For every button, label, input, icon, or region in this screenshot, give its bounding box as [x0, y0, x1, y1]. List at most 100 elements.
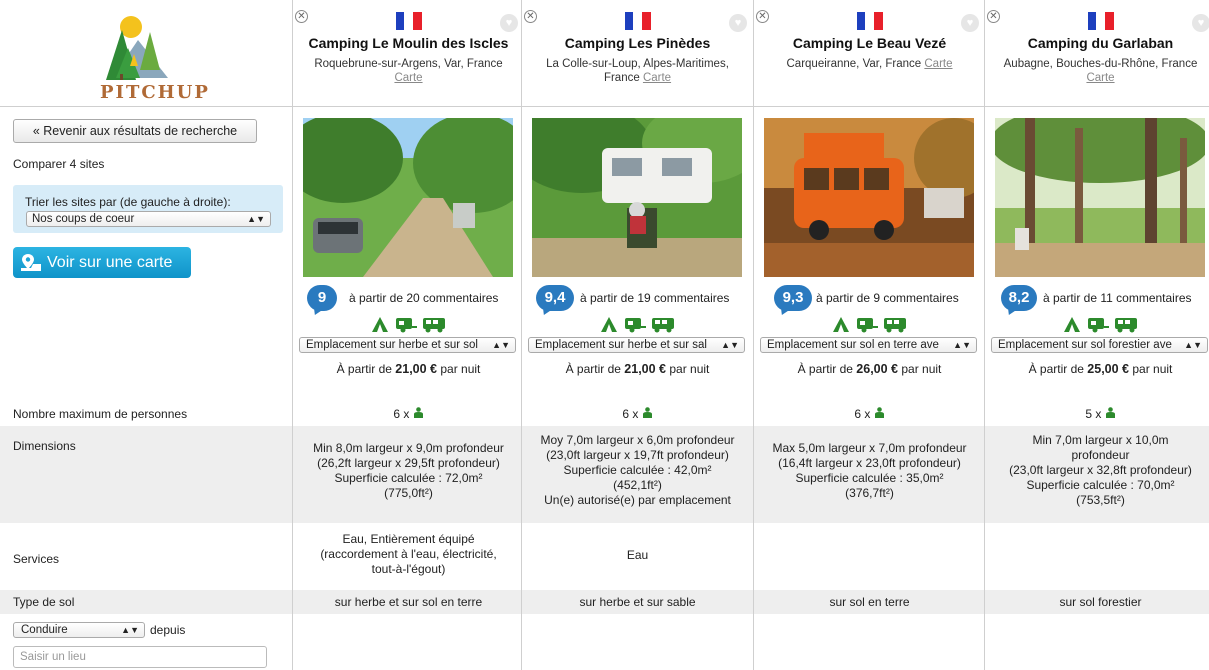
- map-link[interactable]: Carte: [643, 72, 671, 84]
- site-name[interactable]: Camping Les Pinèdes: [522, 35, 753, 51]
- rating-row: 9,4 à partir de 19 commentaires: [522, 285, 753, 313]
- rating-badge: 9,3: [774, 285, 812, 311]
- site-card: 8,2 à partir de 11 commentaires Emplacem…: [985, 107, 1209, 407]
- max-persons-row: Nombre maximum de personnes 6 x 6 x 6 x …: [0, 400, 1209, 426]
- favourite-heart-icon[interactable]: ♥: [1192, 14, 1209, 32]
- select-arrows-icon: ▲▼: [492, 340, 510, 350]
- pitch-type-select[interactable]: Emplacement sur herbe et sur sal ▲▼: [528, 337, 745, 353]
- soil-cell: sur herbe et sur sol en terre: [334, 595, 483, 609]
- site-name[interactable]: Camping du Garlaban: [985, 35, 1209, 51]
- sort-select[interactable]: Nos coups de coeur ▲▼: [26, 211, 271, 227]
- view-map-button[interactable]: Voir sur une carte: [13, 247, 191, 278]
- sort-label: Trier les sites par (de gauche à droite)…: [25, 195, 231, 209]
- site-location: La Colle-sur-Loup, Alpes-Maritimes, Fran…: [546, 58, 729, 84]
- favourite-heart-icon[interactable]: ♥: [961, 14, 979, 32]
- dimensions-cell: Moy 7,0m largeur x 6,0m profondeur (23,0f…: [540, 433, 735, 507]
- max-persons-cell: 6 x: [522, 407, 753, 422]
- site-name[interactable]: Camping Le Moulin des Iscles: [293, 35, 524, 51]
- tent-icon: [833, 317, 850, 332]
- map-link[interactable]: Carte: [924, 58, 952, 70]
- campervan-icon: [651, 318, 674, 333]
- site-photo[interactable]: [303, 118, 513, 277]
- favourite-heart-icon[interactable]: ♥: [500, 14, 518, 32]
- column-divider: [984, 0, 985, 670]
- logo-text: PITCHUP: [100, 82, 210, 103]
- rating-badge: 9,4: [536, 285, 574, 311]
- accommodation-icons: [522, 316, 753, 334]
- map-pin-icon: [21, 254, 41, 271]
- soil-cell: sur sol en terre: [829, 595, 910, 609]
- dimensions-cell: Min 7,0m largeur x 10,0m profondeur (23,0f…: [1009, 433, 1192, 507]
- price: À partir de 25,00 € par nuit: [1028, 362, 1173, 376]
- max-persons-cell: 6 x: [754, 407, 985, 422]
- campervan-icon: [883, 318, 906, 333]
- site-photo[interactable]: [995, 118, 1205, 277]
- rating-row: 9 à partir de 20 commentaires: [293, 285, 524, 313]
- accommodation-icons: [754, 316, 985, 334]
- caravan-icon: [624, 318, 646, 333]
- row-label: Services: [13, 552, 60, 566]
- site-name[interactable]: Camping Le Beau Vezé: [754, 35, 985, 51]
- france-flag-icon: [1087, 12, 1114, 30]
- column-divider: [292, 0, 293, 670]
- site-header: ✕ ♥ Camping Le Moulin des Iscles Roquebr…: [293, 0, 524, 106]
- review-count[interactable]: à partir de 9 commentaires: [816, 291, 959, 305]
- price: À partir de 21,00 € par nuit: [565, 362, 710, 376]
- france-flag-icon: [395, 12, 422, 30]
- accommodation-icons: [985, 316, 1209, 334]
- rating-row: 8,2 à partir de 11 commentaires: [985, 285, 1209, 313]
- max-persons-cell: 5 x: [985, 407, 1209, 422]
- dimensions-row: Dimensions Min 8,0m largeur x 9,0m profo…: [0, 426, 1209, 523]
- remove-site-icon[interactable]: ✕: [524, 10, 537, 23]
- remove-site-icon[interactable]: ✕: [987, 10, 1000, 23]
- caravan-icon: [856, 318, 878, 333]
- place-input[interactable]: Saisir un lieu: [13, 646, 267, 668]
- soil-cell: sur sol forestier: [1059, 595, 1142, 609]
- pitchup-logo[interactable]: PITCHUP: [0, 0, 292, 106]
- review-count[interactable]: à partir de 20 commentaires: [349, 291, 498, 305]
- dimensions-cell: Min 8,0m largeur x 9,0m profondeur (26,2f…: [313, 441, 504, 500]
- price: À partir de 21,00 € par nuit: [336, 362, 481, 376]
- france-flag-icon: [624, 12, 651, 30]
- map-link[interactable]: Carte: [394, 72, 422, 84]
- review-count[interactable]: à partir de 11 commentaires: [1043, 291, 1192, 305]
- compare-count: Comparer 4 sites: [13, 157, 105, 171]
- pitch-type-select[interactable]: Emplacement sur sol forestier ave ▲▼: [991, 337, 1208, 353]
- rating-badge: 9: [307, 285, 337, 311]
- remove-site-icon[interactable]: ✕: [295, 10, 308, 23]
- travel-mode-select[interactable]: Conduire ▲▼: [13, 622, 145, 638]
- pitch-type-select[interactable]: Emplacement sur herbe et sur sol ▲▼: [299, 337, 516, 353]
- site-photo[interactable]: [764, 118, 974, 277]
- review-count[interactable]: à partir de 19 commentaires: [580, 291, 729, 305]
- site-photo[interactable]: [532, 118, 742, 277]
- site-card: 9,4 à partir de 19 commentaires Emplacem…: [522, 107, 753, 407]
- row-label: Type de sol: [13, 595, 75, 609]
- tent-icon: [1064, 317, 1081, 332]
- row-label: Dimensions: [13, 439, 76, 453]
- site-location: Roquebrune-sur-Argens, Var, France Carte: [314, 58, 503, 84]
- view-map-label: Voir sur une carte: [47, 254, 173, 271]
- person-icon: [413, 407, 423, 418]
- site-header: ✕ ♥ Camping Le Beau Vezé Carqueiranne, V…: [754, 0, 985, 106]
- site-header: ✕ ♥ Camping du Garlaban Aubagne, Bouches…: [985, 0, 1209, 106]
- sort-panel: Trier les sites par (de gauche à droite)…: [13, 185, 283, 233]
- favourite-heart-icon[interactable]: ♥: [729, 14, 747, 32]
- person-icon: [874, 407, 884, 418]
- caravan-icon: [1087, 318, 1109, 333]
- remove-site-icon[interactable]: ✕: [756, 10, 769, 23]
- person-icon: [1105, 407, 1115, 418]
- tent-icon: [372, 317, 389, 332]
- select-arrows-icon: ▲▼: [1184, 340, 1202, 350]
- map-link[interactable]: Carte: [1086, 72, 1114, 84]
- soil-cell: sur herbe et sur sable: [579, 595, 696, 609]
- select-arrows-icon: ▲▼: [721, 340, 739, 350]
- select-arrows-icon: ▲▼: [121, 625, 139, 635]
- site-header: ✕ ♥ Camping Les Pinèdes La Colle-sur-Lou…: [522, 0, 753, 106]
- back-to-results-button[interactable]: « Revenir aux résultats de recherche: [13, 119, 257, 143]
- services-row: Services Eau, Entièrement équipé (raccord…: [0, 523, 1209, 590]
- rating-row: 9,3 à partir de 9 commentaires: [754, 285, 985, 313]
- pitch-type-select[interactable]: Emplacement sur sol en terre ave ▲▼: [760, 337, 977, 353]
- site-card: 9,3 à partir de 9 commentaires Emplaceme…: [754, 107, 985, 407]
- france-flag-icon: [856, 12, 883, 30]
- site-location: Carqueiranne, Var, France Carte: [786, 58, 953, 70]
